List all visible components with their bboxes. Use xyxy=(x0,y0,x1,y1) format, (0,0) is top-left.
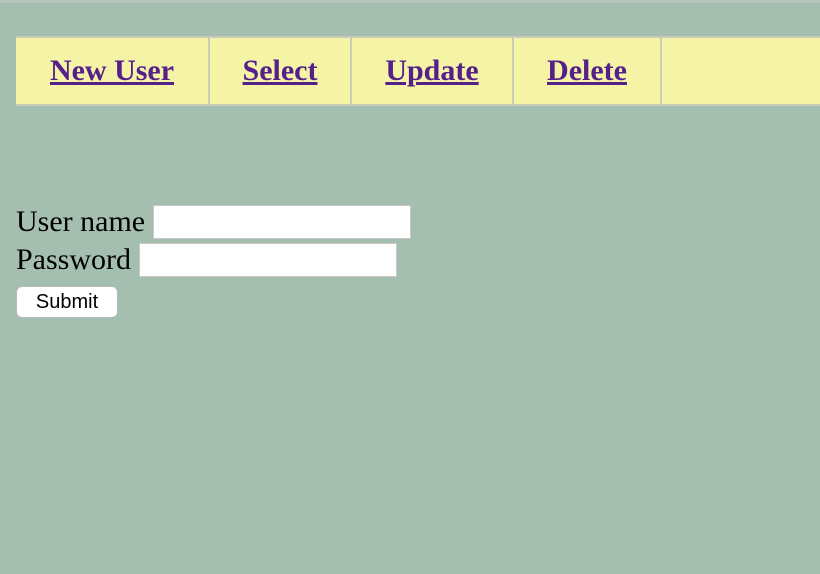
login-form: User name Password Submit xyxy=(16,203,412,321)
select-link[interactable]: Select xyxy=(243,54,318,88)
nav-bar: New User Select Update Delete xyxy=(16,36,820,106)
username-row: User name xyxy=(16,203,412,241)
nav-cell-new-user: New User xyxy=(16,38,210,104)
password-input[interactable] xyxy=(139,243,398,277)
username-input[interactable] xyxy=(153,205,412,239)
nav-cell-delete: Delete xyxy=(514,38,662,104)
nav-cell-update: Update xyxy=(352,38,514,104)
new-user-link[interactable]: New User xyxy=(50,54,174,88)
submit-button[interactable]: Submit xyxy=(16,286,118,318)
nav-cell-select: Select xyxy=(210,38,352,104)
update-link[interactable]: Update xyxy=(385,54,478,88)
submit-row: Submit xyxy=(16,283,411,321)
password-label: Password xyxy=(16,243,132,276)
top-rule xyxy=(0,0,820,3)
nav-cell-empty xyxy=(662,38,820,104)
delete-link[interactable]: Delete xyxy=(547,54,627,88)
password-row: Password xyxy=(16,241,411,279)
username-label: User name xyxy=(16,205,146,238)
